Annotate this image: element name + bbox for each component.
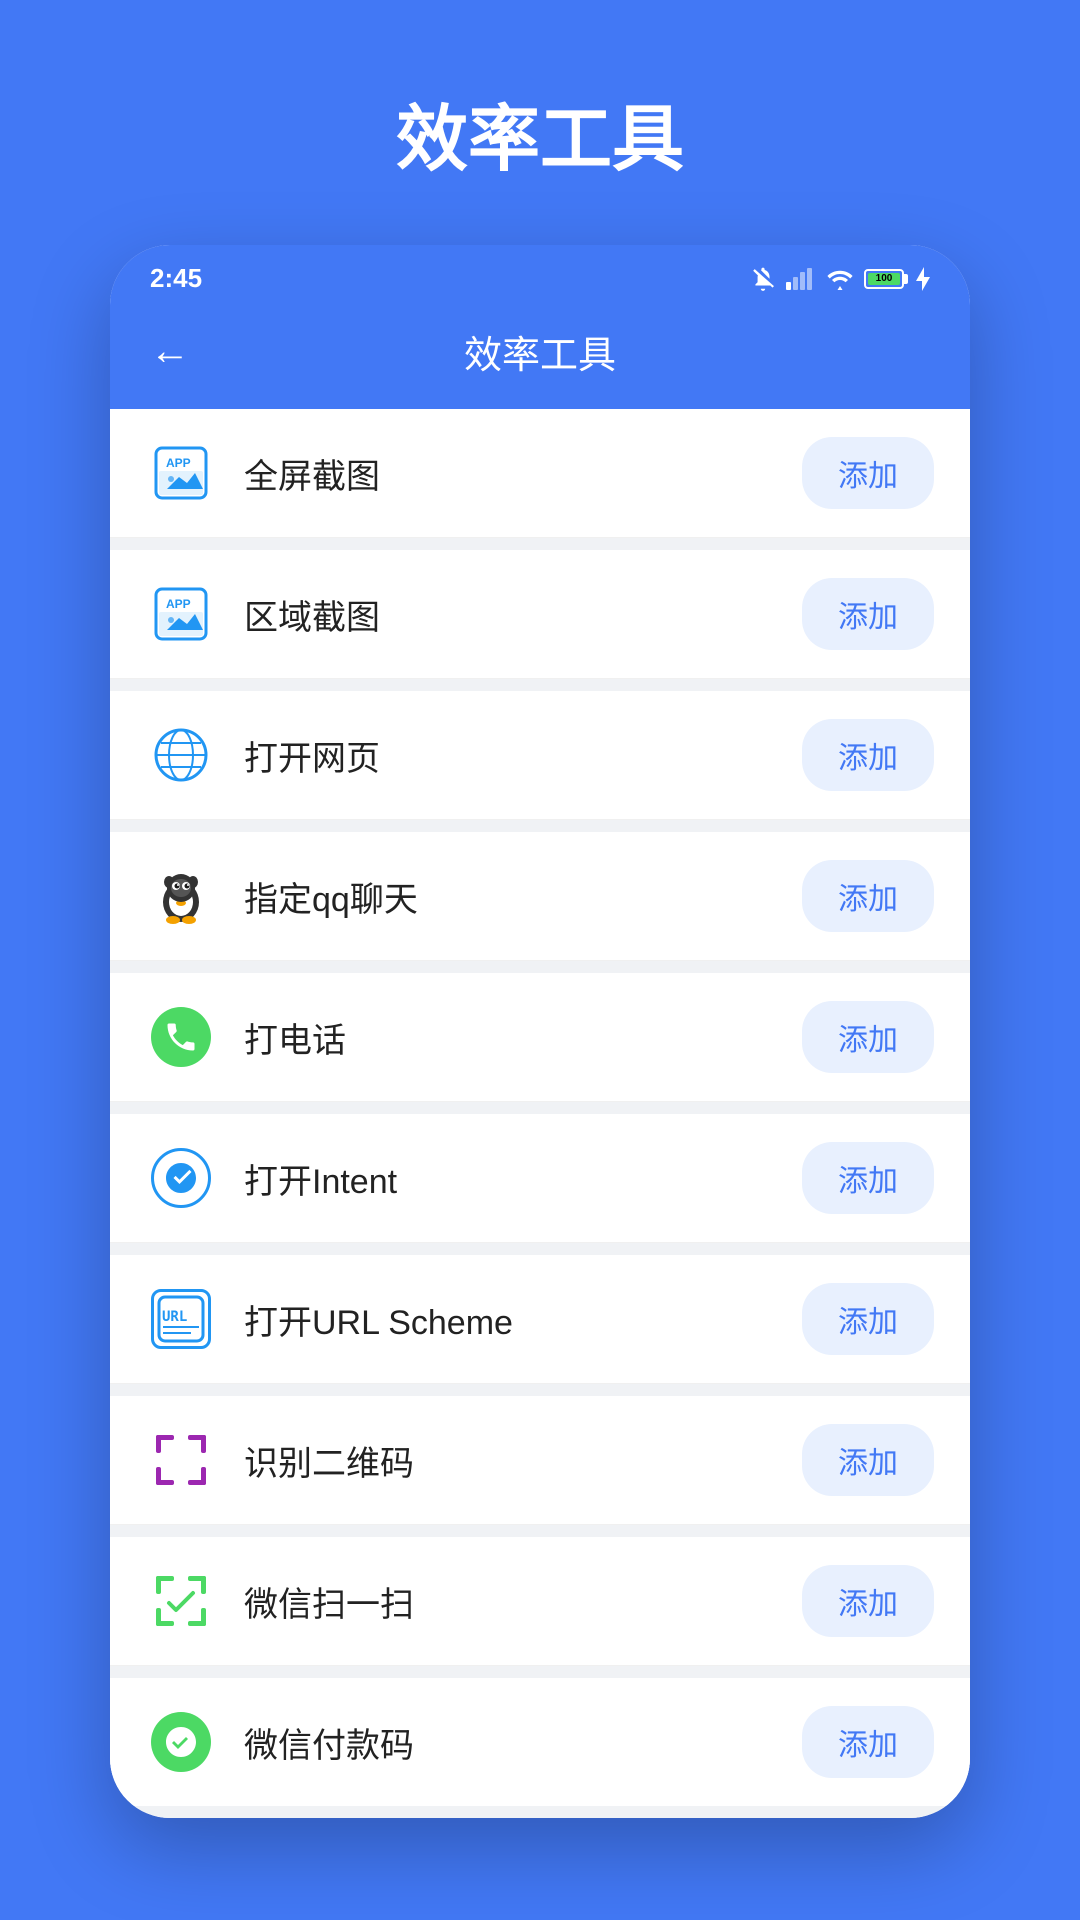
wechat-scan-icon-container	[146, 1566, 216, 1636]
list-item-make-call: 打电话 添加	[110, 973, 970, 1102]
svg-text:APP: APP	[166, 456, 191, 470]
wifi-icon	[826, 268, 854, 290]
open-webpage-label: 打开网页	[244, 731, 802, 780]
svg-text:APP: APP	[166, 597, 191, 611]
list-item-full-screenshot: APP 全屏截图 添加	[110, 409, 970, 538]
wechat-pay-add-button[interactable]: 添加	[802, 1706, 934, 1778]
topbar-title: 效率工具	[210, 324, 870, 379]
charging-icon	[914, 267, 930, 291]
list-item-open-intent: 打开Intent 添加	[110, 1114, 970, 1243]
list-item-qr-code: 识别二维码 添加	[110, 1396, 970, 1525]
battery-level: 100	[868, 273, 900, 285]
make-call-icon	[146, 1002, 216, 1072]
intent-circle-icon	[151, 1148, 211, 1208]
battery-icon: 100	[864, 269, 904, 289]
full-screenshot-add-button[interactable]: 添加	[802, 437, 934, 509]
area-screenshot-add-button[interactable]: 添加	[802, 578, 934, 650]
open-intent-label: 打开Intent	[244, 1154, 802, 1203]
back-button[interactable]: ←	[150, 329, 190, 374]
open-intent-add-button[interactable]: 添加	[802, 1142, 934, 1214]
make-call-label: 打电话	[244, 1013, 802, 1062]
qq-chat-add-button[interactable]: 添加	[802, 860, 934, 932]
open-intent-icon	[146, 1143, 216, 1213]
status-bar: 2:45 100	[110, 245, 970, 304]
qq-chat-icon	[146, 861, 216, 931]
wechat-scan-add-button[interactable]: 添加	[802, 1565, 934, 1637]
phone-circle-icon	[151, 1007, 211, 1067]
area-screenshot-label: 区域截图	[244, 590, 802, 639]
qr-code-add-button[interactable]: 添加	[802, 1424, 934, 1496]
url-scheme-icon: URL	[146, 1284, 216, 1354]
wechat-pay-label: 微信付款码	[244, 1718, 802, 1767]
open-webpage-icon	[146, 720, 216, 790]
list-item-open-webpage: 打开网页 添加	[110, 691, 970, 820]
area-screenshot-icon: APP	[146, 579, 216, 649]
qr-code-icon	[146, 1425, 216, 1495]
full-screenshot-label: 全屏截图	[244, 449, 802, 498]
wechat-pay-icon-container	[146, 1707, 216, 1777]
wechat-pay-circle	[151, 1712, 211, 1772]
phone-frame: 2:45 100	[110, 245, 970, 1818]
qq-chat-label: 指定qq聊天	[244, 872, 802, 921]
mute-icon	[750, 266, 776, 292]
status-time: 2:45	[150, 263, 202, 294]
signal-icon	[786, 268, 816, 290]
wechat-scan-label: 微信扫一扫	[244, 1577, 802, 1626]
list-item-url-scheme: URL 打开URL Scheme 添加	[110, 1255, 970, 1384]
status-icons: 100	[750, 266, 930, 292]
list-item-qq-chat: 指定qq聊天 添加	[110, 832, 970, 961]
topbar: ← 效率工具	[110, 304, 970, 409]
list-container: APP 全屏截图 添加 APP 区域截图 添加	[110, 409, 970, 1818]
url-box-icon: URL	[151, 1289, 211, 1349]
open-webpage-add-button[interactable]: 添加	[802, 719, 934, 791]
url-scheme-label: 打开URL Scheme	[244, 1295, 802, 1344]
list-item-wechat-pay: 微信付款码 添加	[110, 1678, 970, 1806]
list-item-wechat-scan: 微信扫一扫 添加	[110, 1537, 970, 1666]
svg-text:URL: URL	[162, 1309, 187, 1325]
list-item-area-screenshot: APP 区域截图 添加	[110, 550, 970, 679]
page-background-title: 效率工具	[396, 80, 684, 185]
qr-code-label: 识别二维码	[244, 1436, 802, 1485]
make-call-add-button[interactable]: 添加	[802, 1001, 934, 1073]
url-scheme-add-button[interactable]: 添加	[802, 1283, 934, 1355]
full-screenshot-icon: APP	[146, 438, 216, 508]
